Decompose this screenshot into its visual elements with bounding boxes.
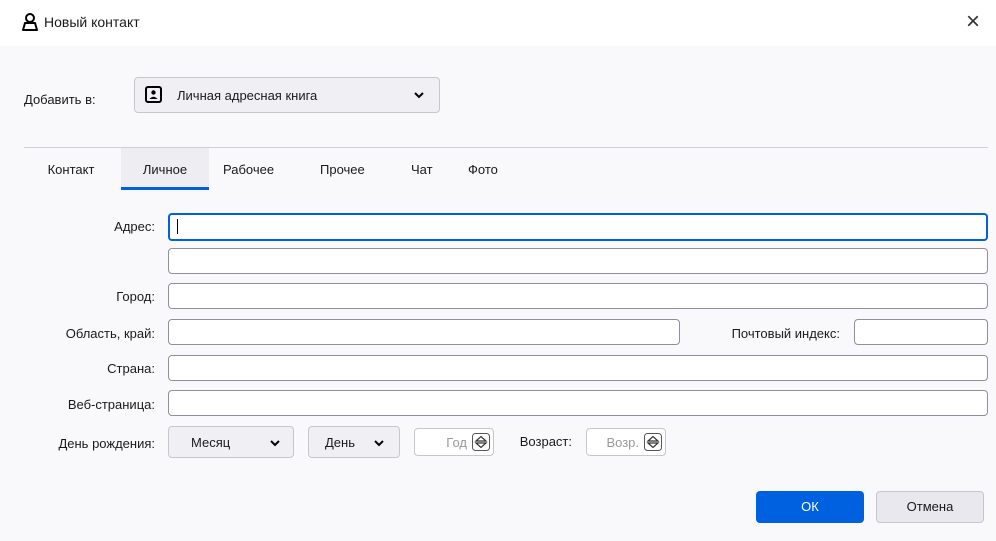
tab-contact[interactable]: Контакт — [24, 148, 118, 190]
tab-photo[interactable]: Фото — [468, 148, 518, 190]
address-line2-input[interactable] — [168, 248, 988, 274]
tab-chat[interactable]: Чат — [411, 148, 443, 190]
age-input[interactable]: Возр. — [586, 428, 666, 456]
birthday-day-dropdown[interactable]: День — [308, 426, 400, 458]
city-input[interactable] — [168, 283, 988, 309]
add-to-label: Добавить в: — [24, 92, 96, 107]
title-bar: Новый контакт × — [0, 0, 996, 46]
chevron-down-icon — [270, 440, 280, 447]
tab-personal[interactable]: Личное — [121, 148, 209, 190]
spinner-icon[interactable] — [472, 433, 490, 451]
address-book-dropdown[interactable]: Личная адресная книга — [134, 77, 440, 113]
year-placeholder: Год — [446, 435, 467, 450]
new-contact-dialog: Новый контакт × Добавить в: Личная адрес… — [0, 0, 996, 541]
country-label: Страна: — [107, 361, 155, 376]
region-label: Область, край: — [65, 326, 155, 341]
webpage-input[interactable] — [168, 390, 988, 416]
chevron-down-icon — [414, 92, 424, 99]
webpage-label: Веб-страница: — [67, 397, 155, 412]
birthday-month-dropdown[interactable]: Месяц — [168, 426, 294, 458]
address-book-selected: Личная адресная книга — [177, 88, 318, 103]
address-label: Адрес: — [114, 219, 155, 234]
tab-other[interactable]: Прочее — [320, 148, 380, 190]
window-title: Новый контакт — [44, 14, 140, 30]
age-placeholder: Возр. — [606, 435, 639, 450]
city-label: Город: — [116, 289, 155, 304]
cancel-button[interactable]: Отмена — [876, 491, 984, 523]
birthday-label: День рождения: — [58, 436, 155, 451]
chevron-down-icon — [374, 440, 384, 447]
month-value: Месяц — [191, 435, 231, 450]
ok-button[interactable]: ОК — [756, 491, 864, 523]
address-book-icon — [145, 86, 162, 103]
tab-work[interactable]: Рабочее — [223, 148, 293, 190]
text-caret — [177, 219, 178, 234]
country-input[interactable] — [168, 355, 988, 381]
close-icon[interactable]: × — [960, 9, 986, 35]
age-label: Возраст: — [519, 434, 572, 449]
postal-code-label: Почтовый индекс: — [731, 326, 840, 341]
postal-code-input[interactable] — [854, 319, 988, 345]
day-value: День — [325, 435, 355, 450]
birthday-year-input[interactable]: Год — [414, 428, 494, 456]
person-icon — [22, 13, 38, 31]
spinner-icon[interactable] — [644, 433, 662, 451]
region-input[interactable] — [168, 319, 680, 345]
address-line1-input[interactable] — [168, 213, 988, 241]
